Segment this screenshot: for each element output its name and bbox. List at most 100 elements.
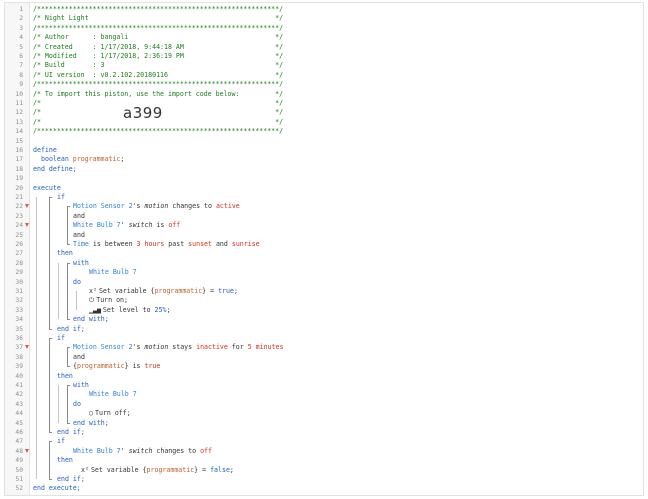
code-line[interactable]: 7 /* Build : 3 */ [5, 61, 643, 70]
code-line[interactable]: 31 x² Set variable {programmatic} = true; [5, 287, 643, 296]
block-guide-line [49, 441, 50, 479]
code-token: Time [73, 240, 89, 248]
code-line[interactable]: 34 end with; [5, 315, 643, 324]
code-token: changes to [168, 202, 216, 211]
block-guide-tick [49, 328, 52, 330]
line-number: 14 [15, 128, 23, 136]
code-line[interactable]: 14 /*************************************… [5, 127, 643, 136]
code-line[interactable]: 40 then [5, 372, 643, 381]
line-number: 26 [15, 241, 23, 248]
code-text: and [73, 353, 85, 362]
code-text: {programmatic} is true [73, 362, 160, 371]
code-line[interactable]: 51 end if; [5, 475, 643, 484]
code-token: and [211, 240, 232, 248]
code-line[interactable]: 41 with [5, 381, 643, 390]
code-text: end if; [57, 428, 85, 437]
code-line[interactable]: 39 {programmatic} is true [5, 362, 643, 371]
code-text: /* Created : 1/17/2018, 9:44:18 AM */ [33, 43, 283, 52]
code-text: if [57, 334, 65, 343]
code-line[interactable]: 24 White Bulb 7' switch is off [5, 221, 643, 230]
line-number: 16 [15, 147, 23, 154]
block-guide-tick [67, 206, 70, 208]
code-line[interactable]: 48 White Bulb 7' switch changes to off [5, 447, 643, 456]
code-text: end define; [33, 165, 77, 174]
code-token: switch [128, 446, 153, 455]
line-number: 13 [15, 118, 23, 126]
code-line[interactable]: 38 and [5, 353, 643, 362]
code-line[interactable]: 23 and [5, 212, 643, 221]
code-line[interactable]: 11/* */ [5, 99, 643, 108]
code-line[interactable]: 50 x² Set variable {programmatic} = false; [5, 466, 643, 475]
code-line[interactable]: 44 ◯ Turn off; [5, 409, 643, 418]
line-number: 28 [15, 259, 23, 267]
code-line[interactable]: 18 end define; [5, 165, 643, 174]
statement-icon: x² [81, 465, 89, 474]
line-number: 20 [15, 184, 23, 192]
code-line[interactable]: 30 do [5, 278, 643, 287]
code-line[interactable]: 9 /**************************************… [5, 80, 643, 89]
code-line[interactable]: 45 end with; [5, 419, 643, 428]
code-line[interactable]: 3 /**************************************… [5, 24, 643, 33]
code-line[interactable]: 8 /* UI version : v0.2.102.20180116 */ [5, 71, 643, 80]
code-line[interactable]: 6 /* Modified : 1/17/2018, 2:36:19 PM */ [5, 52, 643, 61]
code-line[interactable]: 15 [5, 137, 643, 146]
code-line[interactable]: 46 end if; [5, 428, 643, 437]
code-line[interactable]: 16 define [5, 146, 643, 155]
code-line[interactable]: 29 White Bulb 7 [5, 268, 643, 277]
line-number: 52 [15, 485, 23, 493]
code-line[interactable]: 19 [5, 174, 643, 183]
code-line[interactable]: 32 ⏻ Turn on; [5, 296, 643, 305]
code-line[interactable]: 49 then [5, 456, 643, 465]
code-line[interactable]: 2 /* Night Light */ [5, 14, 643, 23]
code-line[interactable]: 4 /* Author : bangali */ [5, 33, 643, 42]
code-token: inactive [196, 343, 228, 352]
block-guide-tick [67, 244, 70, 245]
code-token: ; [233, 287, 238, 295]
code-text: end with; [73, 315, 109, 324]
code-line[interactable]: 35 end if; [5, 325, 643, 334]
code-line[interactable]: 5 /* Created : 1/17/2018, 9:44:18 AM */ [5, 43, 643, 52]
code-token: end with; [73, 418, 109, 427]
code-line[interactable]: 26 Time is between 3 hours past sunset an… [5, 240, 643, 249]
line-number: 6 [19, 53, 23, 60]
line-number: 1 [19, 6, 23, 13]
code-line[interactable]: 21 if [5, 193, 643, 202]
code-text: ◯ Turn off; [89, 409, 131, 418]
line-number: 37 [15, 344, 23, 352]
code-line[interactable]: 22 Motion Sensor 2's motion changes to ac… [5, 202, 643, 211]
code-token: 's [132, 202, 145, 211]
code-line[interactable]: 27 then [5, 249, 643, 258]
line-number: 4 [19, 34, 23, 42]
code-line[interactable]: 10 /* To import this piston, use the impo… [5, 90, 643, 99]
code-token: active [215, 202, 240, 211]
code-line[interactable]: 17 boolean programmatic; [5, 155, 643, 164]
code-line[interactable]: 52 end execute; [5, 484, 643, 493]
code-line[interactable]: 1 /**************************************… [5, 5, 643, 14]
code-token: past [164, 240, 189, 248]
code-text: execute [33, 184, 61, 193]
line-number: 3 [19, 24, 23, 32]
code-line[interactable]: 36 if [5, 334, 643, 343]
statement-icon: ▁▃▅ [89, 305, 101, 314]
code-line[interactable]: 43 do [5, 400, 643, 409]
block-guide-tick [67, 385, 70, 386]
code-line[interactable]: 47 if [5, 437, 643, 446]
code-text: Motion Sensor 2's motion stays inactive … [73, 343, 283, 352]
code-line[interactable]: 25 and [5, 231, 643, 240]
code-line[interactable]: 12/* */ [5, 108, 643, 117]
code-line[interactable]: 33 ▁▃▅ Set level to 25%; [5, 306, 643, 315]
code-token: Motion Sensor 2 [73, 343, 133, 352]
code-line[interactable]: 20 execute [5, 184, 643, 193]
line-number: 51 [15, 476, 23, 483]
line-number: 9 [19, 81, 23, 89]
code-token: /***************************************… [33, 127, 284, 136]
line-number: 24 [15, 222, 23, 230]
code-line[interactable]: 28 with [5, 259, 643, 268]
code-text: White Bulb 7 [89, 390, 137, 399]
code-text: /* Build : 3 */ [33, 61, 283, 70]
code-line[interactable]: 42 White Bulb 7 [5, 390, 643, 399]
code-line[interactable]: 37 Motion Sensor 2's motion stays inactiv… [5, 343, 643, 352]
line-number: 42 [15, 391, 23, 399]
code-line[interactable]: 13/* */ [5, 118, 643, 127]
line-number: 46 [15, 429, 23, 436]
